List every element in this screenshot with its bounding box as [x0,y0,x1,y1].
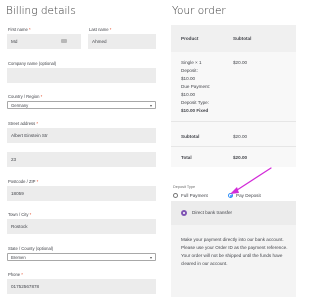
annotation-arrow-icon [230,167,272,194]
arrow-shaft [233,167,272,193]
arrow-head [230,187,239,194]
